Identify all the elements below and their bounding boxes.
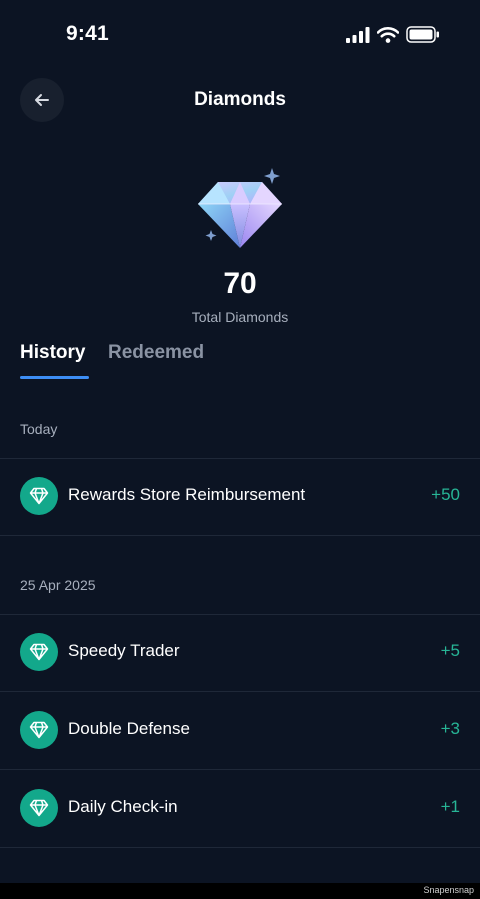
list-item-title: Double Defense xyxy=(68,719,190,738)
tab-redeemed[interactable]: Redeemed xyxy=(108,342,204,364)
list-item[interactable]: Rewards Store Reimbursement +50 xyxy=(0,458,480,535)
divider xyxy=(0,535,480,536)
list-item-amount: +1 xyxy=(440,797,460,816)
active-tab-indicator xyxy=(20,376,89,379)
diamond-badge-icon xyxy=(20,789,58,827)
diamond-badge-icon xyxy=(20,633,58,671)
tab-history[interactable]: History xyxy=(20,342,85,364)
divider xyxy=(0,847,480,848)
section-date-25-apr-2025: 25 Apr 2025 xyxy=(20,577,96,593)
list-item-amount: +5 xyxy=(440,641,460,660)
signal-icon xyxy=(346,26,370,43)
status-bar: 9:41 xyxy=(0,0,480,72)
list-item-title: Daily Check-in xyxy=(68,797,178,816)
diamond-icon xyxy=(198,168,282,248)
total-diamonds-value: 70 xyxy=(223,267,257,300)
footer-bar: Snapensnap xyxy=(0,883,480,899)
list-item-title: Rewards Store Reimbursement xyxy=(68,485,306,504)
watermark: Snapensnap xyxy=(423,885,474,895)
diamond-summary: 70 Total Diamonds xyxy=(0,156,480,326)
diamond-badge-icon xyxy=(20,477,58,515)
list-item[interactable]: Speedy Trader +5 xyxy=(0,614,480,691)
status-time: 9:41 xyxy=(66,22,109,45)
list-item-amount: +3 xyxy=(440,719,460,738)
diamond-badge-icon xyxy=(20,711,58,749)
list-item-title: Speedy Trader xyxy=(68,641,180,660)
battery-icon xyxy=(406,26,439,43)
status-icons xyxy=(346,26,440,43)
nav-bar: Diamonds xyxy=(0,76,480,124)
total-diamonds-label: Total Diamonds xyxy=(191,309,289,325)
section-date-today: Today xyxy=(20,421,58,437)
list-item[interactable]: Daily Check-in +1 xyxy=(0,770,480,847)
list-item-amount: +50 xyxy=(431,485,460,504)
page-title: Diamonds xyxy=(194,89,286,110)
wifi-icon xyxy=(377,26,399,43)
tab-bar: History Redeemed xyxy=(0,340,480,382)
list-item[interactable]: Double Defense +3 xyxy=(0,692,480,769)
